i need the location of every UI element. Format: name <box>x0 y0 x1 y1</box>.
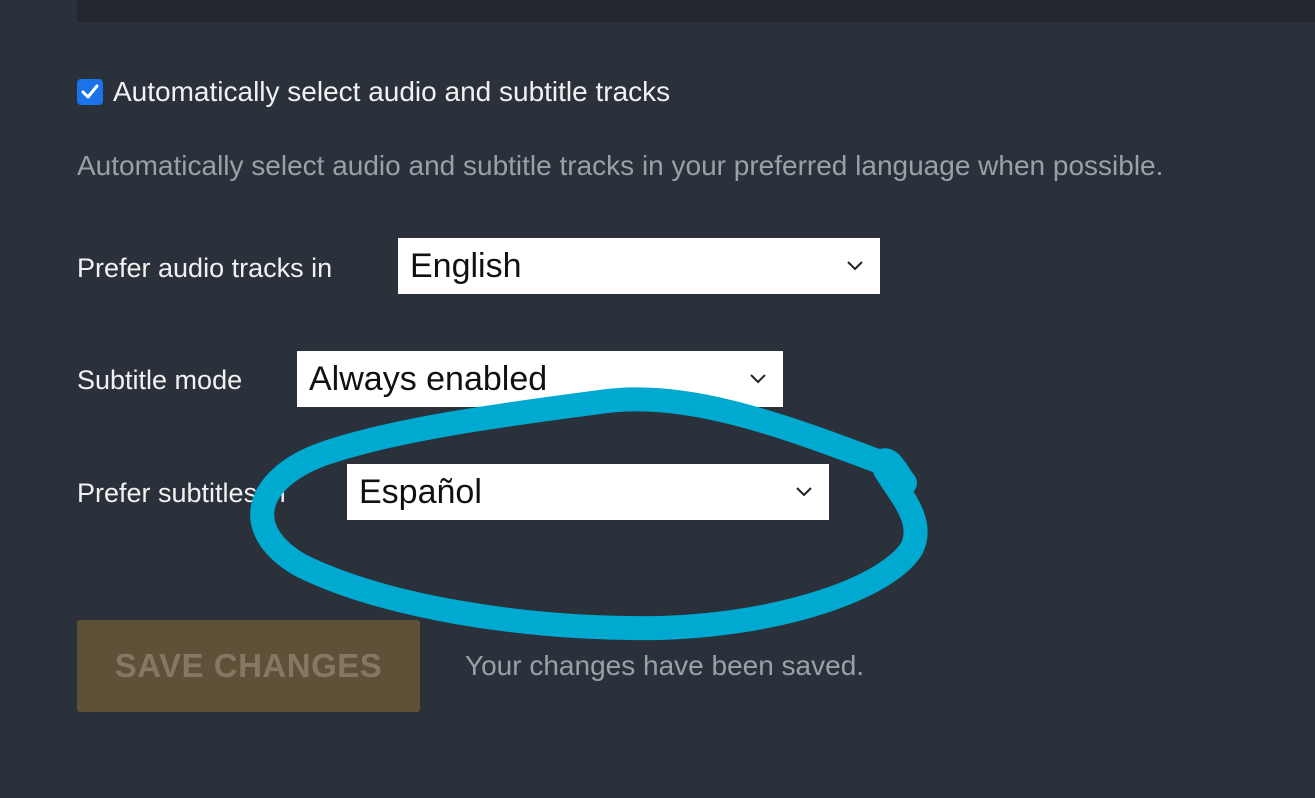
subtitle-mode-value: Always enabled <box>309 359 548 398</box>
subtitle-language-label: Prefer subtitles in <box>77 478 286 508</box>
subtitle-mode-label: Subtitle mode <box>77 365 243 395</box>
subtitle-language-select[interactable]: Español <box>347 464 829 520</box>
auto-select-checkbox[interactable] <box>77 79 103 105</box>
chevron-down-icon <box>847 261 863 271</box>
auto-select-row[interactable]: Automatically select audio and subtitle … <box>77 76 670 108</box>
top-panel <box>77 0 1315 22</box>
chevron-down-icon <box>750 374 766 384</box>
chevron-down-icon <box>796 487 812 497</box>
check-icon <box>81 84 99 99</box>
subtitle-language-value: Español <box>359 472 482 511</box>
subtitle-mode-select[interactable]: Always enabled <box>297 351 783 407</box>
save-status-text: Your changes have been saved. <box>465 650 865 681</box>
auto-select-label: Automatically select audio and subtitle … <box>113 76 671 107</box>
auto-select-description: Automatically select audio and subtitle … <box>77 150 1164 181</box>
audio-language-value: English <box>410 246 522 285</box>
audio-language-label: Prefer audio tracks in <box>77 253 333 283</box>
save-changes-button[interactable]: SAVE CHANGES <box>77 620 420 712</box>
audio-language-select[interactable]: English <box>398 238 880 294</box>
